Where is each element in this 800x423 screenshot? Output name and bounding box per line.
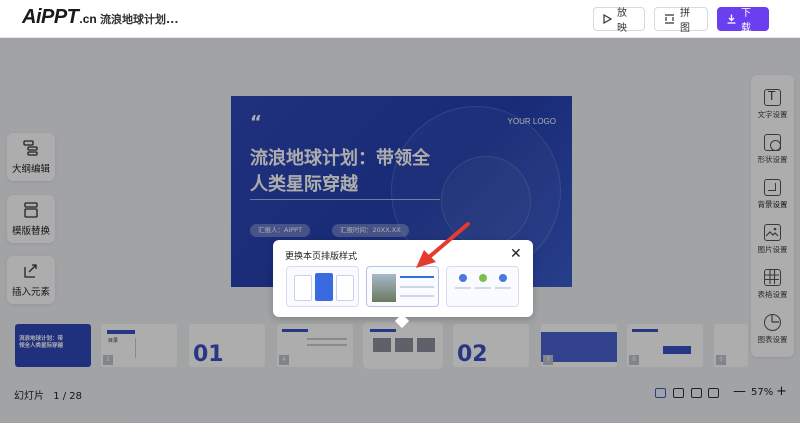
popup-title: 更换本页排版样式 bbox=[285, 252, 358, 262]
app-logo[interactable]: AiPPT .cn bbox=[22, 6, 97, 30]
layout-option-1[interactable] bbox=[286, 266, 359, 307]
option-1-card bbox=[336, 275, 354, 301]
option-3-text bbox=[495, 287, 511, 301]
option-3-dot bbox=[479, 274, 487, 282]
close-icon[interactable]: ✕ bbox=[510, 246, 522, 262]
option-1-card-highlight bbox=[315, 273, 333, 301]
top-header: AiPPT .cn 流浪地球计划... 放映 拼图 下载 bbox=[0, 0, 800, 38]
logo-text: AiPPT bbox=[22, 6, 79, 28]
download-button[interactable]: 下载 bbox=[717, 7, 769, 34]
split-label: 拼图 bbox=[680, 8, 690, 34]
split-button[interactable]: 拼图 bbox=[654, 7, 708, 34]
play-icon bbox=[603, 14, 612, 24]
play-button[interactable]: 放映 bbox=[593, 7, 645, 34]
option-3-dot bbox=[459, 274, 467, 282]
option-3-text bbox=[475, 287, 491, 301]
option-3-dot bbox=[499, 274, 507, 282]
logo-suffix: .cn bbox=[79, 12, 97, 26]
download-label: 下载 bbox=[741, 8, 751, 34]
option-3-text bbox=[455, 287, 471, 301]
document-title[interactable]: 流浪地球计划... bbox=[100, 11, 179, 27]
layout-style-popup: 更换本页排版样式 ✕ bbox=[273, 240, 533, 329]
option-2-line bbox=[400, 286, 434, 288]
option-2-line bbox=[400, 295, 434, 297]
play-label: 放映 bbox=[617, 8, 627, 34]
option-2-line bbox=[400, 276, 434, 278]
download-icon bbox=[727, 14, 736, 24]
option-1-card bbox=[294, 275, 312, 301]
option-2-image bbox=[372, 274, 396, 302]
layout-option-3[interactable] bbox=[446, 266, 519, 307]
split-icon bbox=[665, 14, 674, 24]
modal-dim-overlay[interactable] bbox=[0, 38, 800, 423]
layout-option-2[interactable] bbox=[366, 266, 439, 307]
